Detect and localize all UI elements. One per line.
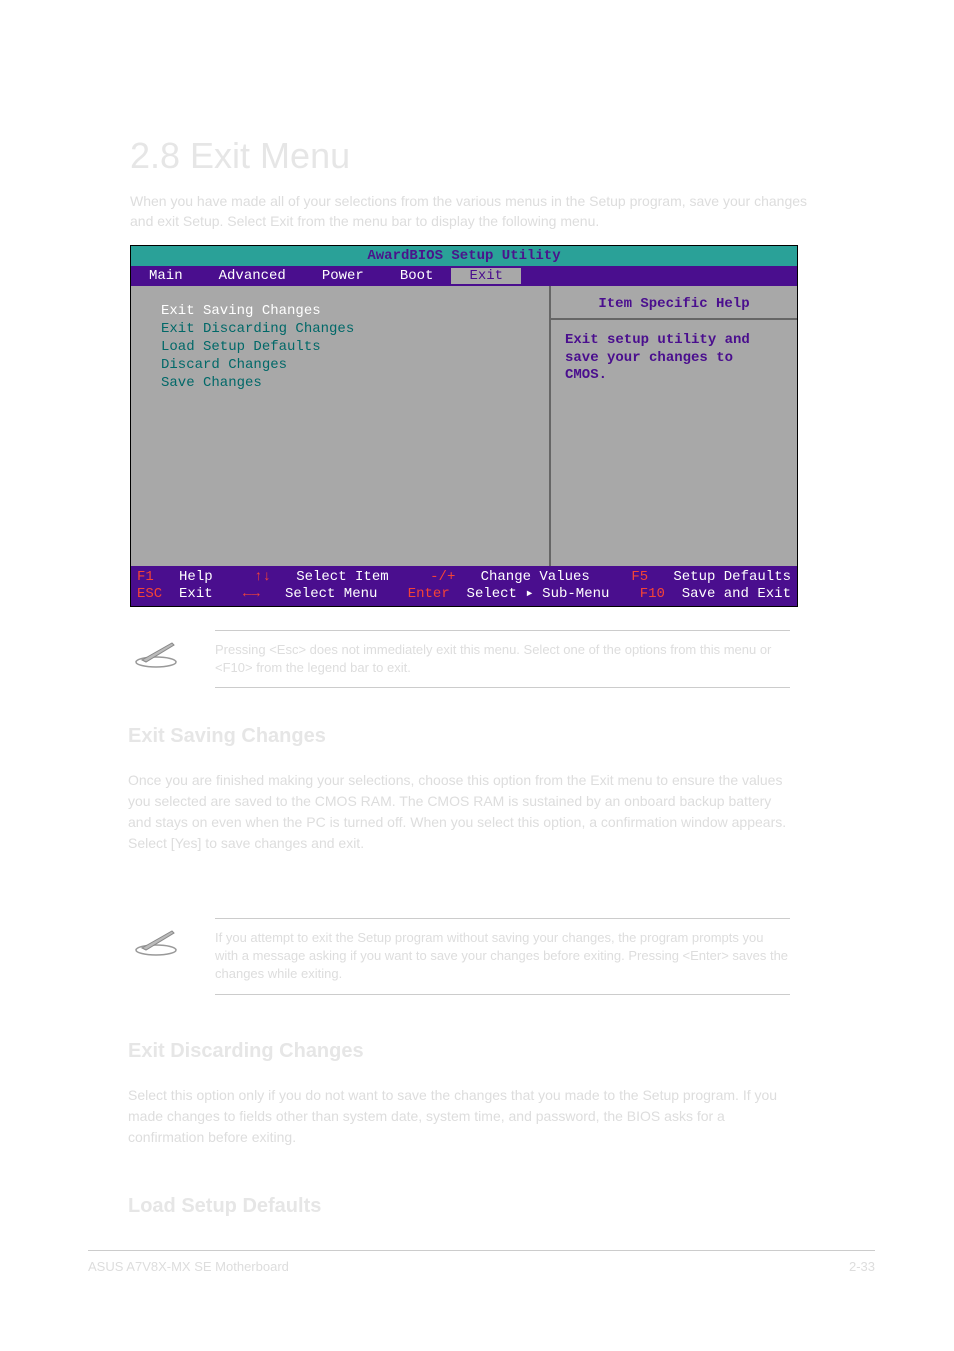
bios-menu-advanced[interactable]: Advanced bbox=[201, 268, 304, 284]
bios-menu-bar: Main Advanced Power Boot Exit bbox=[131, 266, 797, 286]
note-pen-icon bbox=[134, 926, 182, 956]
page-footer: ASUS A7V8X-MX SE Motherboard 2-33 bbox=[88, 1250, 875, 1274]
bios-options-panel: Exit Saving Changes Exit Discarding Chan… bbox=[131, 286, 551, 566]
section-heading-load-defaults: Load Setup Defaults bbox=[128, 1195, 321, 1218]
bios-help-text: Exit setup utility and save your changes… bbox=[551, 320, 797, 397]
page-heading: 2.8 Exit Menu bbox=[130, 135, 350, 177]
footer-left: ASUS A7V8X-MX SE Motherboard bbox=[88, 1259, 289, 1274]
bios-option-load-defaults[interactable]: Load Setup Defaults bbox=[161, 338, 539, 356]
bios-menu-boot[interactable]: Boot bbox=[382, 268, 452, 284]
bios-title: AwardBIOS Setup Utility bbox=[131, 246, 797, 266]
bios-menu-exit[interactable]: Exit bbox=[451, 268, 521, 284]
body-text-exit-discarding: Select this option only if you do not wa… bbox=[128, 1085, 798, 1148]
bios-footer-row-1: F1 Help ↑↓ Select Item -/+ Change Values… bbox=[137, 569, 791, 586]
bios-footer-row-2: ESC Exit ←→ Select Menu Enter Select ▸ S… bbox=[137, 586, 791, 603]
note-1-text: Pressing <Esc> does not immediately exit… bbox=[215, 630, 790, 688]
bios-body: Exit Saving Changes Exit Discarding Chan… bbox=[131, 286, 797, 566]
section-heading-exit-discarding: Exit Discarding Changes bbox=[128, 1040, 364, 1063]
footer-page-number: 2-33 bbox=[849, 1259, 875, 1274]
bios-option-save-changes[interactable]: Save Changes bbox=[161, 374, 539, 392]
note-2-text: If you attempt to exit the Setup program… bbox=[215, 918, 790, 995]
body-text-exit-saving: Once you are finished making your select… bbox=[128, 770, 798, 854]
bios-menu-power[interactable]: Power bbox=[304, 268, 382, 284]
bios-menu-main[interactable]: Main bbox=[131, 268, 201, 284]
bios-option-exit-discarding[interactable]: Exit Discarding Changes bbox=[161, 320, 539, 338]
bios-footer-legend: F1 Help ↑↓ Select Item -/+ Change Values… bbox=[131, 566, 797, 606]
page-intro-text: When you have made all of your selection… bbox=[130, 192, 810, 231]
bios-help-panel: Item Specific Help Exit setup utility an… bbox=[551, 286, 797, 566]
bios-option-exit-saving[interactable]: Exit Saving Changes bbox=[161, 302, 539, 320]
bios-setup-screenshot: AwardBIOS Setup Utility Main Advanced Po… bbox=[130, 245, 798, 607]
bios-option-discard-changes[interactable]: Discard Changes bbox=[161, 356, 539, 374]
note-pen-icon bbox=[134, 638, 182, 668]
section-heading-exit-saving: Exit Saving Changes bbox=[128, 725, 326, 748]
bios-help-title: Item Specific Help bbox=[551, 286, 797, 320]
